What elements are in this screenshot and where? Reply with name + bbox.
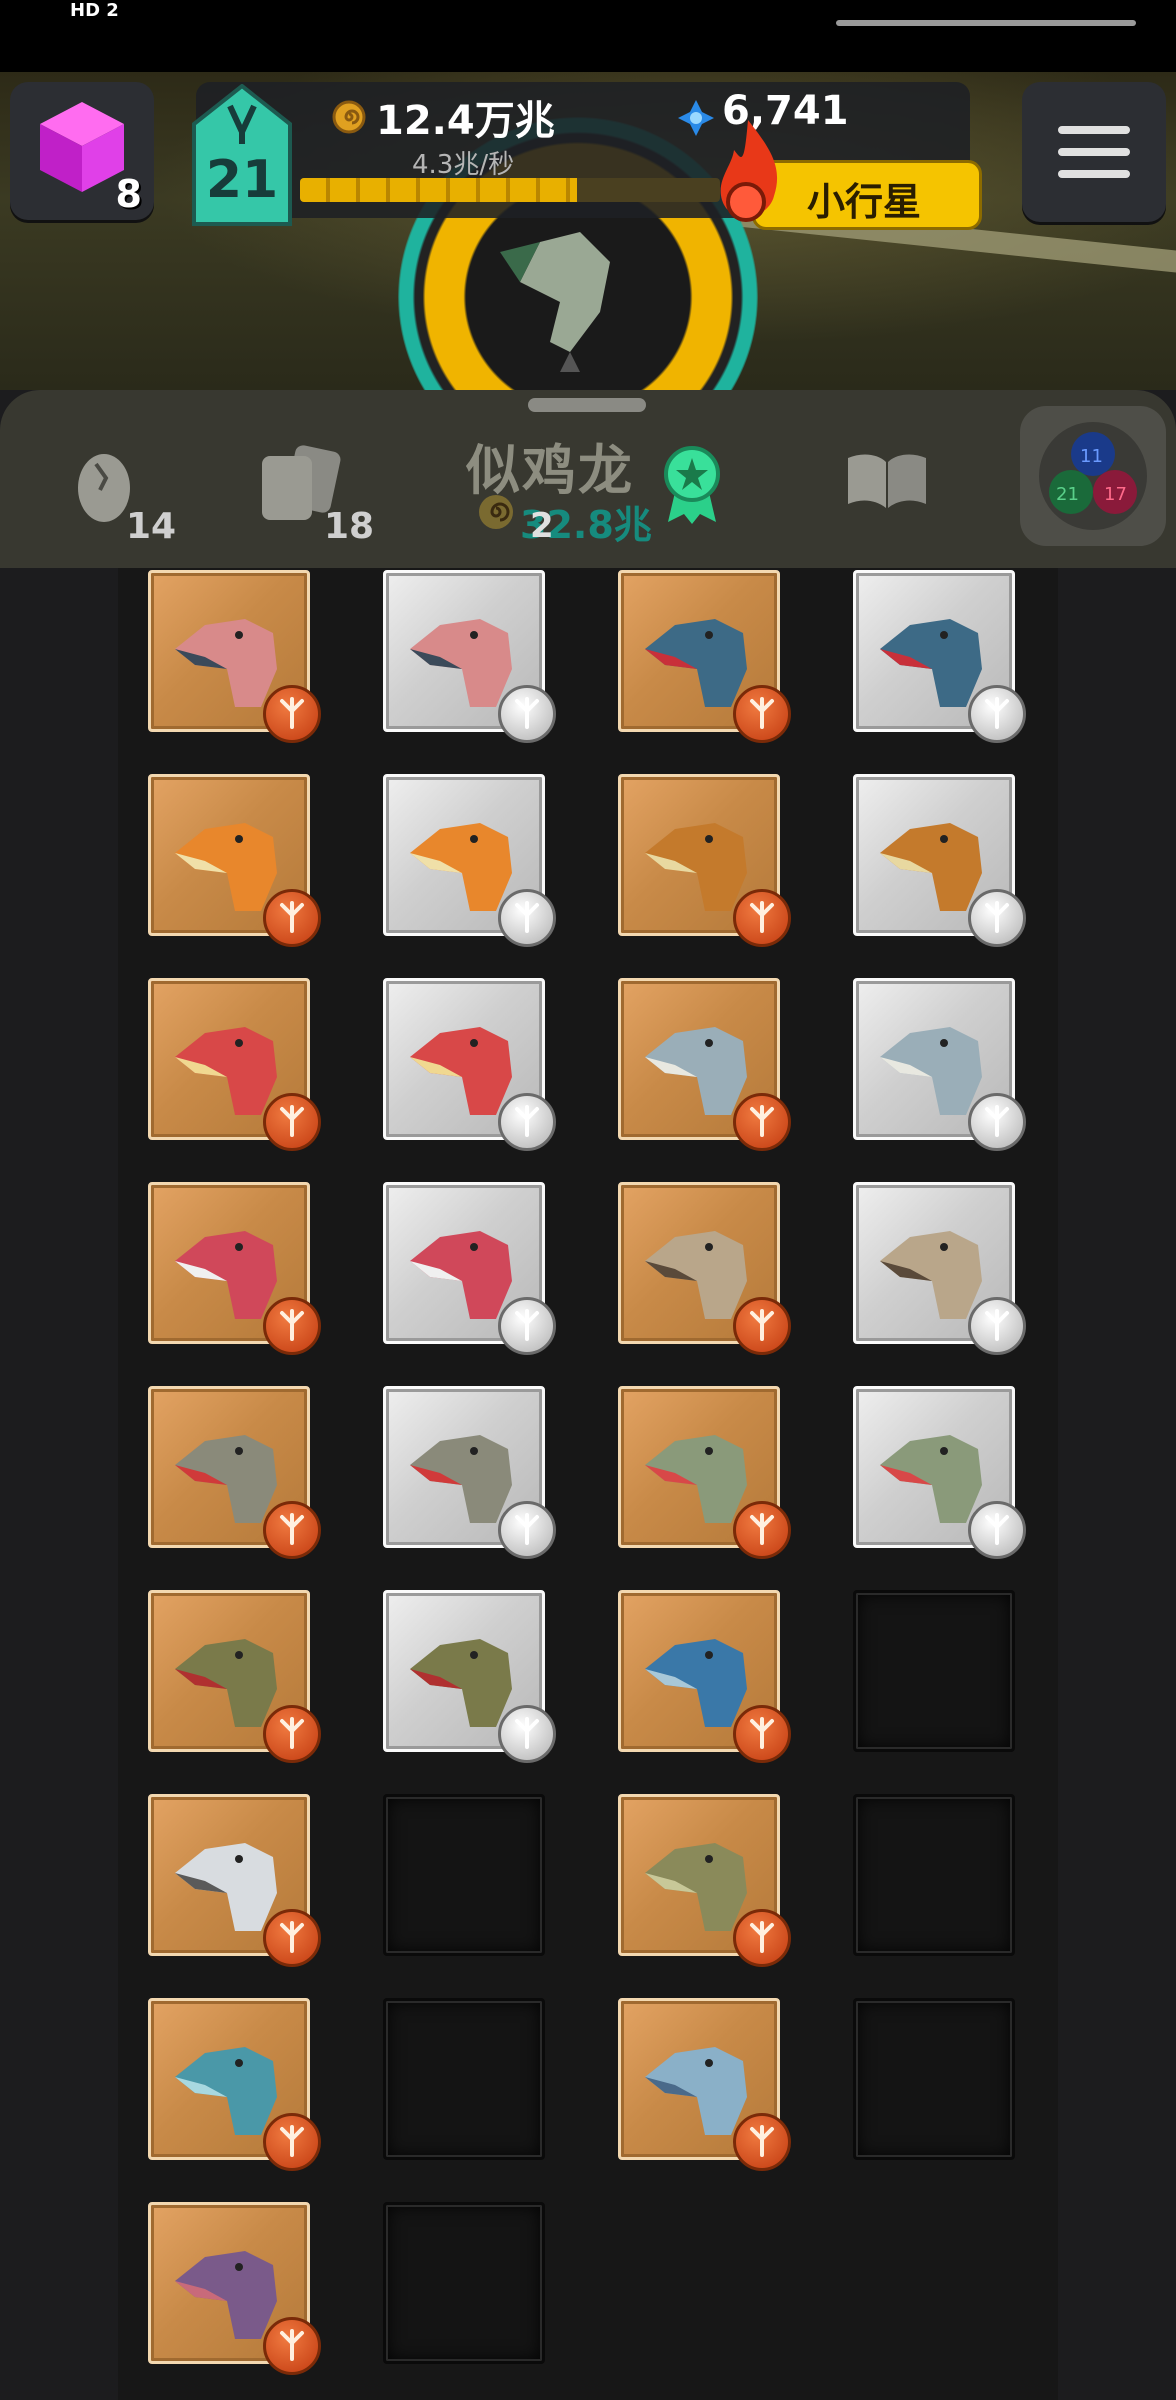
card-count: 18 [324, 506, 375, 547]
silver-medal-icon [498, 1297, 556, 1355]
bronze-medal-icon [733, 2113, 791, 2171]
bronze-medal-icon [733, 889, 791, 947]
bronze-medal-icon [733, 685, 791, 743]
hamburger-menu-icon [1058, 126, 1130, 178]
coin-amount: 12.4万兆 [376, 98, 555, 144]
meteor-fire-icon [720, 120, 778, 222]
dino-card[interactable] [383, 978, 556, 1151]
gem-count-label: 8 [115, 172, 142, 216]
species-count: 2 [530, 506, 554, 546]
empty-slot [853, 1998, 1015, 2160]
breeding-mix-button[interactable]: 11 21 17 [1020, 406, 1166, 546]
silver-medal-icon [968, 685, 1026, 743]
dino-card[interactable] [383, 570, 556, 743]
level-progress-bar [300, 178, 720, 202]
silver-medal-icon [498, 889, 556, 947]
dino-card[interactable] [618, 1998, 791, 2171]
egg-tab-icon[interactable] [74, 444, 134, 524]
bronze-medal-icon [263, 1501, 321, 1559]
color-mix-icon [1039, 422, 1147, 530]
bronze-medal-icon [733, 1297, 791, 1355]
silver-medal-icon [498, 1093, 556, 1151]
silver-medal-icon [498, 1705, 556, 1763]
mix-count-red: 17 [1104, 484, 1127, 505]
dino-card[interactable] [853, 978, 1026, 1151]
award-ribbon-icon[interactable] [662, 444, 722, 524]
dino-card[interactable] [148, 1590, 321, 1763]
dino-card[interactable] [618, 1182, 791, 1355]
silver-medal-icon [498, 685, 556, 743]
egg-count: 14 [126, 506, 177, 547]
empty-slot [853, 1590, 1015, 1752]
dino-card[interactable] [383, 1386, 556, 1559]
dino-card[interactable] [148, 1182, 321, 1355]
dino-card[interactable] [383, 774, 556, 947]
main-menu-button[interactable] [1022, 82, 1166, 222]
dino-card[interactable] [618, 774, 791, 947]
dino-card[interactable] [148, 1794, 321, 1967]
bronze-medal-icon [263, 1297, 321, 1355]
dino-card[interactable] [383, 1182, 556, 1355]
dino-card[interactable] [853, 1386, 1026, 1559]
level-progress-fill [300, 178, 578, 202]
bronze-medal-icon [263, 2317, 321, 2375]
dino-card[interactable] [148, 570, 321, 743]
book-tab-icon[interactable] [842, 450, 932, 510]
panel-drag-handle[interactable] [528, 398, 646, 412]
dino-collection-grid [118, 568, 1058, 2400]
gem-shop-button[interactable]: 8 [10, 82, 154, 220]
mix-count-blue: 11 [1080, 446, 1103, 467]
dino-card[interactable] [148, 1386, 321, 1559]
bronze-medal-icon [263, 685, 321, 743]
bronze-medal-icon [733, 1093, 791, 1151]
featured-dino-icon [500, 232, 610, 372]
empty-slot [383, 2202, 545, 2364]
silver-medal-icon [968, 1093, 1026, 1151]
dino-card[interactable] [148, 1998, 321, 2171]
empty-slot [383, 1794, 545, 1956]
silver-medal-icon [498, 1501, 556, 1559]
dino-card[interactable] [383, 1590, 556, 1763]
dino-card[interactable] [618, 570, 791, 743]
income-rate: 4.3兆/秒 [412, 150, 515, 180]
bronze-medal-icon [263, 1909, 321, 1967]
dino-card[interactable] [148, 2202, 321, 2375]
dino-card[interactable] [618, 1794, 791, 1967]
dino-card[interactable] [618, 1386, 791, 1559]
dino-card[interactable] [853, 1182, 1026, 1355]
status-bar: HD 2 [0, 0, 1176, 72]
fossil-coin-icon [332, 100, 366, 134]
dino-card[interactable] [148, 774, 321, 947]
dino-card[interactable] [853, 774, 1026, 947]
gesture-bar-indicator [836, 20, 1136, 26]
silver-medal-icon [968, 1501, 1026, 1559]
bronze-medal-icon [263, 1093, 321, 1151]
mix-count-green: 21 [1056, 484, 1079, 505]
bronze-medal-icon [733, 1501, 791, 1559]
bronze-medal-icon [263, 2113, 321, 2171]
empty-slot [383, 1998, 545, 2160]
status-network-label: HD 2 [70, 0, 119, 21]
dino-card[interactable] [618, 978, 791, 1151]
bronze-medal-icon [263, 889, 321, 947]
dino-card[interactable] [853, 570, 1026, 743]
bronze-medal-icon [733, 1909, 791, 1967]
dino-card[interactable] [618, 1590, 791, 1763]
silver-medal-icon [968, 889, 1026, 947]
level-number: 21 [205, 150, 279, 210]
silver-medal-icon [968, 1297, 1026, 1355]
bronze-medal-icon [733, 1705, 791, 1763]
bronze-medal-icon [263, 1705, 321, 1763]
dino-card[interactable] [148, 978, 321, 1151]
empty-slot [853, 1794, 1015, 1956]
rank-label: 小行星 [807, 180, 922, 224]
